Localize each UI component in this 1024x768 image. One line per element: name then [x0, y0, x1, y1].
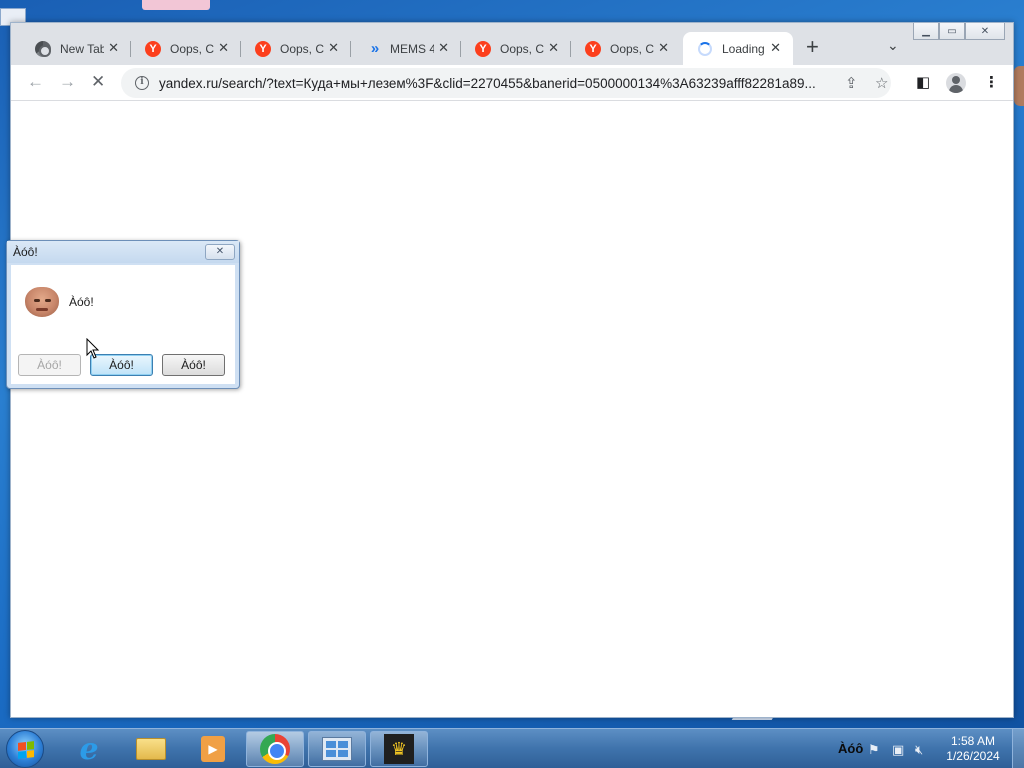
- address-bar[interactable]: i yandex.ru/search/?text=Куда+мы+лезем%3…: [121, 68, 891, 98]
- loading-spinner-icon: [697, 41, 713, 57]
- dialog-message: Àóô!: [69, 295, 94, 309]
- desktop-avatar-right: [1014, 66, 1024, 106]
- tab-close-icon[interactable]: ✕: [218, 40, 229, 56]
- tab-title: Oops, Ca: [280, 41, 324, 56]
- tab-close-icon[interactable]: ✕: [328, 40, 339, 56]
- taskbar: e ▶ ♛ Àóô ⚑ ▣ 🔇︎ 1:58 AM 1/26/2024: [0, 728, 1024, 768]
- message-dialog: Àóô! ✕ Àóô! Àóô! Àóô! Àóô!: [6, 240, 240, 389]
- clock[interactable]: 1:58 AM 1/26/2024: [938, 734, 1008, 764]
- tab-new-tab[interactable]: New Tab ✕: [21, 32, 131, 65]
- tab-strip: New Tab ✕ Y Oops, Ca ✕ Y Oops, Ca ✕ » ME…: [11, 23, 1013, 65]
- show-desktop-button[interactable]: [1012, 729, 1024, 768]
- tab-yandex-1[interactable]: Y Oops, Ca ✕: [131, 32, 241, 65]
- profile-avatar-icon[interactable]: [946, 73, 966, 93]
- tab-close-icon[interactable]: ✕: [438, 40, 449, 56]
- internet-explorer-icon[interactable]: e: [60, 731, 118, 767]
- side-panel-icon[interactable]: ◧: [916, 73, 930, 91]
- minimize-button[interactable]: ▁: [913, 23, 939, 40]
- tab-close-icon[interactable]: ✕: [548, 40, 559, 56]
- browser-toolbar: ← → ✕ i yandex.ru/search/?text=Куда+мы+л…: [11, 65, 1013, 101]
- tab-loading-active[interactable]: Loading ✕: [683, 32, 793, 65]
- dialog-button-1[interactable]: Àóô!: [18, 354, 81, 376]
- tab-close-icon[interactable]: ✕: [658, 40, 669, 56]
- yandex-icon: Y: [585, 40, 601, 57]
- yandex-icon: Y: [255, 40, 271, 57]
- tab-close-icon[interactable]: ✕: [108, 40, 119, 56]
- window-controls: ▁ ▭ ✕: [913, 23, 1005, 40]
- yandex-letter: Y: [255, 40, 271, 57]
- window-close-button[interactable]: ✕: [965, 23, 1005, 40]
- yandex-letter: Y: [145, 40, 161, 57]
- media-player-icon[interactable]: ▶: [184, 731, 242, 767]
- crown-app-icon[interactable]: ♛: [370, 731, 428, 767]
- page-content: [11, 101, 1013, 717]
- tab-close-icon[interactable]: ✕: [770, 40, 781, 56]
- forward-arrow-icon[interactable]: →: [59, 72, 76, 92]
- network-icon[interactable]: ▣: [892, 742, 904, 758]
- dialog-button-3[interactable]: Àóô!: [162, 354, 225, 376]
- tray-language[interactable]: Àóô: [838, 741, 863, 756]
- clock-time: 1:58 AM: [950, 734, 996, 748]
- windows-logo-icon: [18, 741, 34, 759]
- tab-mems[interactable]: » MEMS 4 ✕: [351, 32, 461, 65]
- menu-kebab-icon[interactable]: ⋮: [984, 73, 999, 91]
- stop-loading-icon[interactable]: ✕: [91, 72, 105, 92]
- bookmark-star-icon[interactable]: ☆: [875, 74, 888, 92]
- mems-icon: »: [370, 40, 380, 57]
- tab-title: Oops, Ca: [610, 41, 654, 56]
- new-tab-button[interactable]: +: [806, 36, 819, 58]
- back-arrow-icon[interactable]: ←: [27, 72, 44, 92]
- tab-title: Loading: [722, 41, 765, 56]
- start-button[interactable]: [6, 730, 44, 768]
- yandex-letter: Y: [585, 40, 601, 57]
- dialog-close-button[interactable]: ✕: [205, 244, 235, 260]
- control-panel-icon[interactable]: [308, 731, 366, 767]
- dialog-body: Àóô! Àóô! Àóô! Àóô!: [11, 265, 235, 384]
- tab-yandex-4[interactable]: Y Oops, Ca ✕: [571, 32, 681, 65]
- clock-date: 1/26/2024: [946, 749, 1000, 763]
- address-url[interactable]: yandex.ru/search/?text=Куда+мы+лезем%3F&…: [159, 76, 835, 91]
- tab-title: New Tab: [60, 41, 104, 56]
- face-icon: [25, 287, 59, 317]
- action-center-flag-icon[interactable]: ⚑: [868, 742, 880, 758]
- file-explorer-icon[interactable]: [122, 731, 180, 767]
- site-info-icon[interactable]: i: [135, 76, 149, 90]
- maximize-button[interactable]: ▭: [939, 23, 965, 40]
- yandex-icon: Y: [475, 40, 491, 57]
- tab-search-chevron-icon[interactable]: ⌄: [887, 37, 899, 54]
- chrome-taskbar-icon[interactable]: [246, 731, 304, 767]
- volume-muted-icon[interactable]: 🔇︎: [915, 742, 923, 758]
- tab-yandex-2[interactable]: Y Oops, Ca ✕: [241, 32, 351, 65]
- tab-yandex-3[interactable]: Y Oops, Ca ✕: [461, 32, 571, 65]
- tab-title: MEMS 4: [390, 41, 434, 56]
- desktop-icon-top[interactable]: [142, 0, 210, 10]
- chrome-icon: [35, 40, 51, 57]
- tab-title: Oops, Ca: [500, 41, 544, 56]
- mouse-cursor-icon: [86, 338, 100, 359]
- yandex-letter: Y: [475, 40, 491, 57]
- yandex-icon: Y: [145, 40, 161, 57]
- share-icon[interactable]: ⇪: [845, 74, 858, 92]
- tab-title: Oops, Ca: [170, 41, 214, 56]
